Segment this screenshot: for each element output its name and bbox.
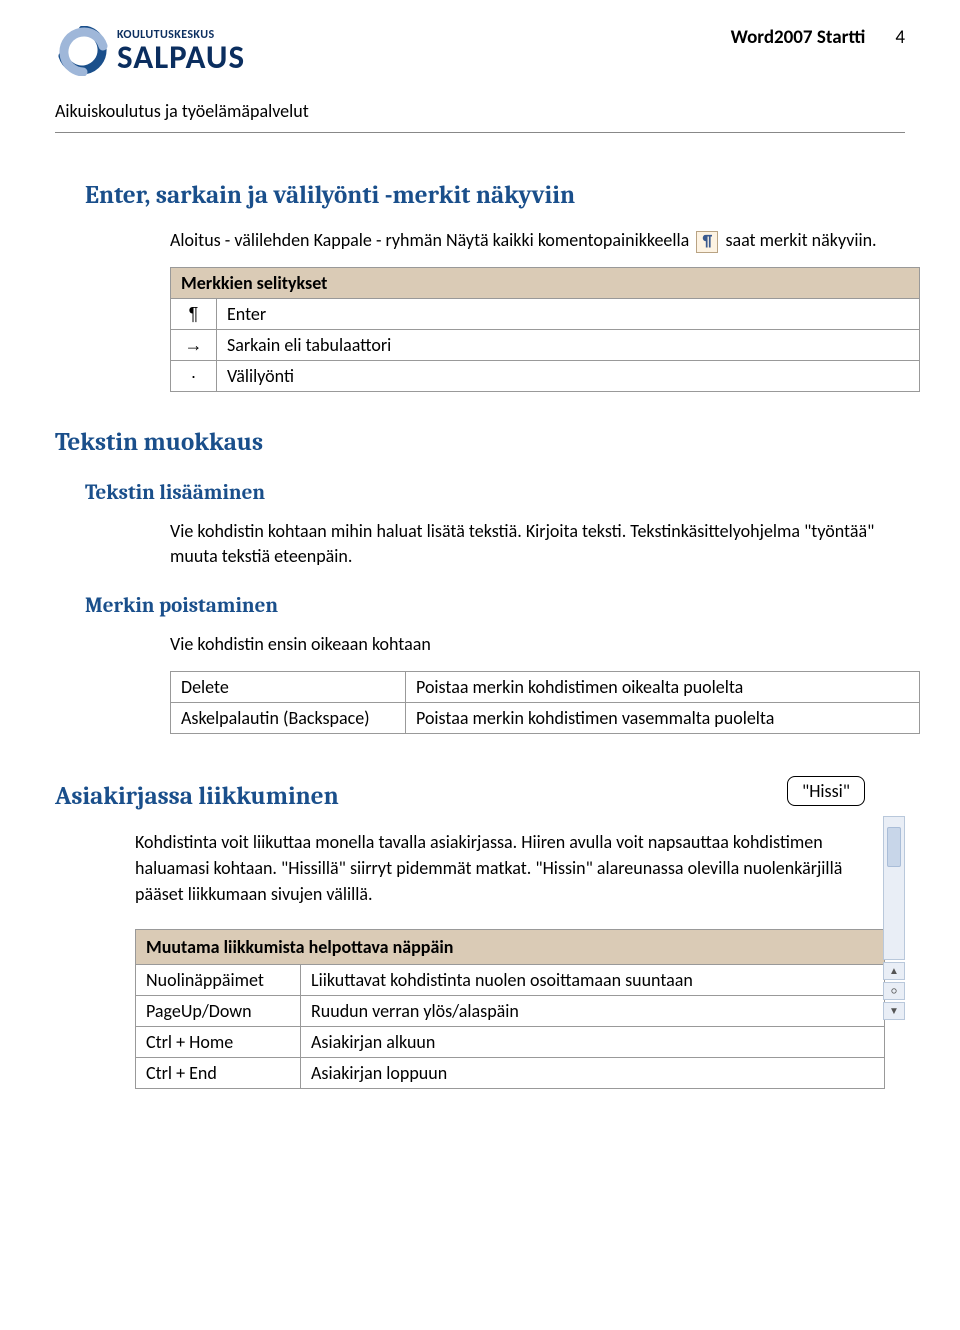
marks-row-text: Sarkain eli tabulaattori — [217, 330, 920, 361]
table-row: Delete Poistaa merkin kohdistimen oikeal… — [171, 671, 920, 702]
marks-row-text: Välilyönti — [217, 361, 920, 392]
logo-big-text: SALPAUS — [117, 41, 245, 74]
nav-key: Ctrl + End — [136, 1058, 301, 1089]
dot-icon: · — [191, 366, 197, 386]
nav-table-title: Muutama liikkumista helpottava näppäin — [136, 930, 885, 965]
scroll-down-icon: ▼ — [883, 1002, 905, 1020]
delete-char-body: Vie kohdistin ensin oikeaan kohtaan — [170, 632, 895, 657]
heading-marks: Enter, sarkain ja välilyönti -merkit näk… — [85, 181, 905, 210]
arrow-right-icon: → — [185, 335, 203, 355]
scroll-up-icon: ▲ — [883, 962, 905, 980]
nav-desc: Ruudun verran ylös/alaspäin — [301, 996, 885, 1027]
table-row: → Sarkain eli tabulaattori — [171, 330, 920, 361]
nav-key: PageUp/Down — [136, 996, 301, 1027]
pilcrow-icon: ¶ — [189, 304, 199, 324]
marks-row-text: Enter — [217, 299, 920, 330]
logo: KOULUTUSKESKUS SALPAUS — [55, 26, 245, 76]
heading-edit: Tekstin muokkaus — [55, 428, 905, 457]
delete-key: Askelpalautin (Backspace) — [171, 702, 406, 733]
delete-desc: Poistaa merkin kohdistimen vasemmalta pu… — [406, 702, 920, 733]
subheading-delete-char: Merkin poistaminen — [85, 594, 905, 618]
scrollbar-track-icon — [883, 816, 905, 960]
table-row: Ctrl + Home Asiakirjan alkuun — [136, 1027, 885, 1058]
scroll-dot-icon: ○ — [883, 982, 905, 1000]
nav-key: Nuolinäppäimet — [136, 965, 301, 996]
nav-desc: Asiakirjan loppuun — [301, 1058, 885, 1089]
marks-table-title: Merkkien selitykset — [171, 268, 920, 299]
header-rule — [55, 132, 905, 133]
table-row: Askelpalautin (Backspace) Poistaa merkin… — [171, 702, 920, 733]
doc-title: Word2007 Startti — [731, 26, 866, 49]
table-row: ¶ Enter — [171, 299, 920, 330]
table-row: PageUp/Down Ruudun verran ylös/alaspäin — [136, 996, 885, 1027]
subheading-add-text: Tekstin lisääminen — [85, 481, 905, 505]
page-number: 4 — [895, 26, 905, 49]
marks-intro-b: saat merkit näkyviin. — [725, 229, 876, 251]
nav-table: Muutama liikkumista helpottava näppäin N… — [135, 929, 885, 1089]
delete-key: Delete — [171, 671, 406, 702]
logo-icon — [55, 26, 111, 76]
heading-movement: Asiakirjassa liikkuminen — [55, 782, 905, 811]
delete-desc: Poistaa merkin kohdistimen oikealta puol… — [406, 671, 920, 702]
add-text-body: Vie kohdistin kohtaan mihin haluat lisät… — [170, 519, 895, 569]
scrollbar-illustration: ▲ ○ ▼ — [883, 816, 905, 1020]
nav-desc: Asiakirjan alkuun — [301, 1027, 885, 1058]
sub-header: Aikuiskoulutus ja työelämäpalvelut — [55, 100, 905, 122]
table-row: Nuolinäppäimet Liikuttavat kohdistinta n… — [136, 965, 885, 996]
marks-table: Merkkien selitykset ¶ Enter → Sarkain el… — [170, 267, 920, 392]
pilcrow-icon: ¶ — [696, 231, 718, 253]
marks-intro-a: Aloitus - välilehden Kappale - ryhmän Nä… — [170, 229, 693, 251]
table-row: Ctrl + End Asiakirjan loppuun — [136, 1058, 885, 1089]
table-row: · Välilyönti — [171, 361, 920, 392]
nav-key: Ctrl + Home — [136, 1027, 301, 1058]
movement-body: Kohdistinta voit liikuttaa monella taval… — [135, 829, 855, 907]
hissi-callout: "Hissi" — [787, 776, 865, 806]
nav-desc: Liikuttavat kohdistinta nuolen osoittama… — [301, 965, 885, 996]
delete-table: Delete Poistaa merkin kohdistimen oikeal… — [170, 671, 920, 734]
marks-intro: Aloitus - välilehden Kappale - ryhmän Nä… — [170, 228, 895, 253]
